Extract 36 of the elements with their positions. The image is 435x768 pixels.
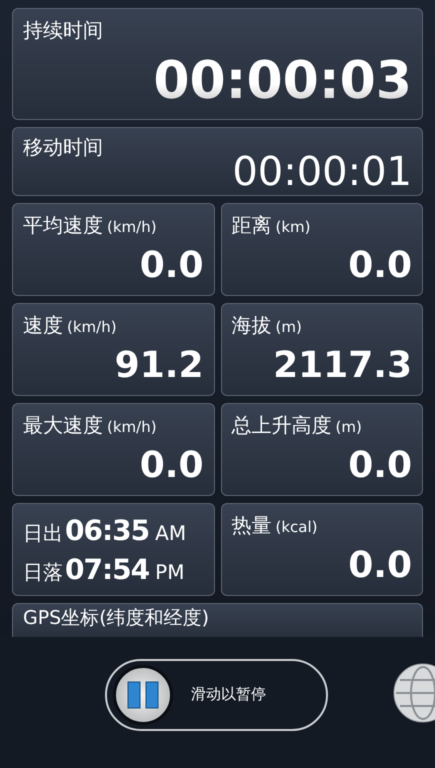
metric-label: 海拔 (232, 312, 272, 338)
metric-unit: (km/h) (107, 418, 157, 436)
metric-unit: (km/h) (67, 318, 117, 336)
sun-ampm: AM (155, 520, 186, 544)
metric-value: 0.0 (348, 444, 412, 488)
duration-label: 持续时间 (23, 17, 104, 43)
pause-icon (126, 680, 160, 710)
slide-to-pause-slider[interactable]: 滑动以暂停 (105, 658, 328, 730)
metric-unit: (kcal) (276, 518, 318, 536)
moving-time-value: 00:00:01 (232, 152, 412, 192)
globe-icon[interactable] (393, 663, 435, 723)
slider-label: 滑动以暂停 (191, 685, 266, 704)
metric-label: 距离 (232, 212, 272, 238)
metric-unit: (m) (336, 418, 362, 436)
metric-label: 平均速度 (23, 212, 103, 238)
pause-handle[interactable] (113, 664, 173, 724)
gps-label: GPS坐标(纬度和经度) (23, 606, 210, 630)
metric-value: 0.0 (348, 544, 412, 588)
moving-time-label: 移动时间 (23, 134, 104, 160)
metric-label: 速度 (23, 312, 63, 338)
sun-label: 日出 (23, 520, 63, 546)
sun-time: 07:54 (65, 552, 150, 586)
metric-label: 总上升高度 (232, 412, 332, 438)
metric-value: 91.2 (114, 344, 204, 388)
metric-value: 0.0 (140, 444, 204, 488)
metric-value: 0.0 (348, 244, 412, 288)
sun-time: 06:35 (65, 514, 150, 546)
metric-label: 最大速度 (23, 412, 103, 438)
metric-value: 2117.3 (273, 344, 412, 388)
sun-label: 日落 (23, 558, 63, 584)
metric-value: 0.0 (140, 244, 204, 288)
metric-unit: (km/h) (107, 218, 157, 236)
metric-label: 热量 (232, 512, 272, 538)
metric-unit: (km) (276, 218, 311, 236)
metric-unit: (m) (276, 318, 302, 336)
sun-ampm: PM (155, 560, 184, 584)
